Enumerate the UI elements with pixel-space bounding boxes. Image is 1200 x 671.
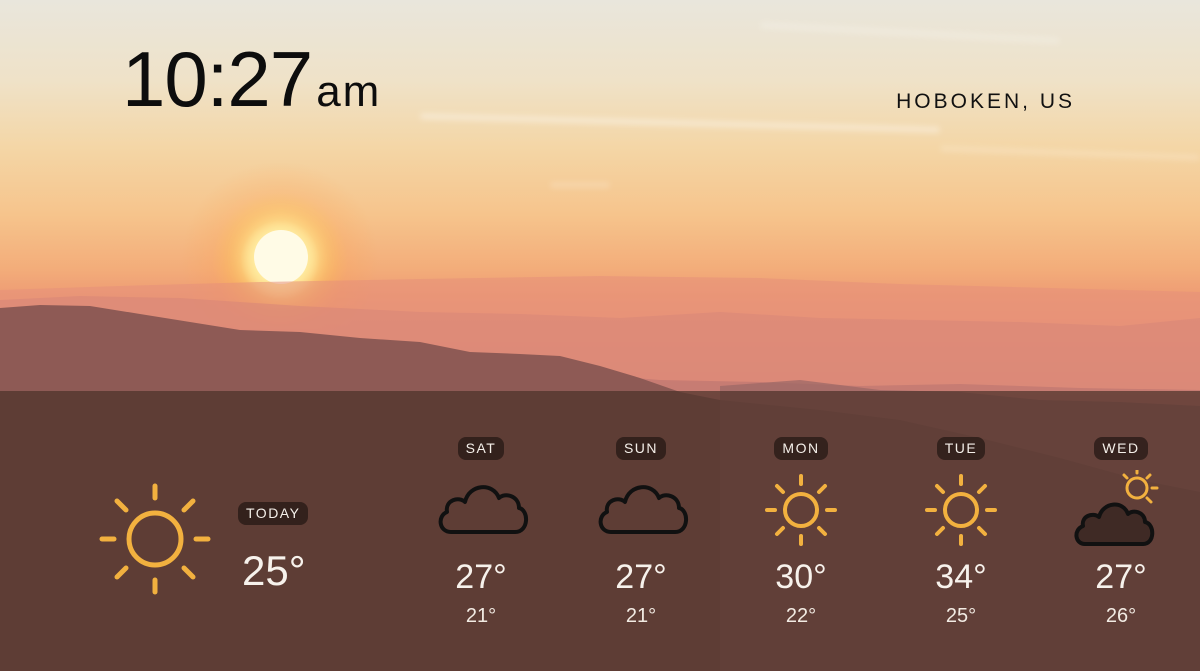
forecast-day: TUE 34° 25° bbox=[901, 437, 1021, 626]
day-high-temp: 30° bbox=[775, 557, 827, 596]
day-label: SUN bbox=[615, 437, 667, 460]
clock-time: 10:27 bbox=[122, 35, 313, 123]
day-label: WED bbox=[1094, 437, 1148, 460]
day-label: MON bbox=[774, 437, 828, 460]
forecast-day: SUN 27° 21° bbox=[581, 437, 701, 626]
weather-background: 10:27am HOBOKEN, US TODAY 25° SAT 27° 21… bbox=[0, 0, 1200, 671]
today-temperature: 25° bbox=[242, 547, 306, 594]
partly-cloudy-icon bbox=[1074, 469, 1159, 546]
sun-icon bbox=[765, 473, 837, 546]
today-weather: TODAY 25° bbox=[98, 482, 338, 602]
day-high-temp: 27° bbox=[455, 557, 507, 596]
day-low-temp: 25° bbox=[945, 604, 977, 627]
day-label: SAT bbox=[457, 437, 505, 460]
clock-ampm: am bbox=[316, 67, 382, 116]
forecast-day: WED 27° 26° bbox=[1061, 437, 1181, 626]
day-low-temp: 21° bbox=[625, 604, 657, 627]
day-high-temp: 34° bbox=[935, 557, 987, 596]
day-low-temp: 21° bbox=[465, 604, 497, 627]
clock: 10:27am bbox=[122, 40, 381, 118]
cloud-icon bbox=[438, 485, 528, 534]
cloud-icon bbox=[598, 485, 688, 534]
day-low-temp: 26° bbox=[1105, 604, 1137, 627]
location-label: HOBOKEN, US bbox=[896, 90, 1075, 113]
day-high-temp: 27° bbox=[1095, 557, 1147, 596]
today-label: TODAY bbox=[238, 502, 309, 525]
day-low-temp: 22° bbox=[785, 604, 817, 627]
forecast-day: SAT 27° 21° bbox=[421, 437, 541, 626]
sun-icon bbox=[99, 483, 211, 595]
day-high-temp: 27° bbox=[615, 557, 667, 596]
sun-icon bbox=[925, 473, 997, 546]
day-label: TUE bbox=[936, 437, 986, 460]
forecast-day: MON 30° 22° bbox=[741, 437, 861, 626]
